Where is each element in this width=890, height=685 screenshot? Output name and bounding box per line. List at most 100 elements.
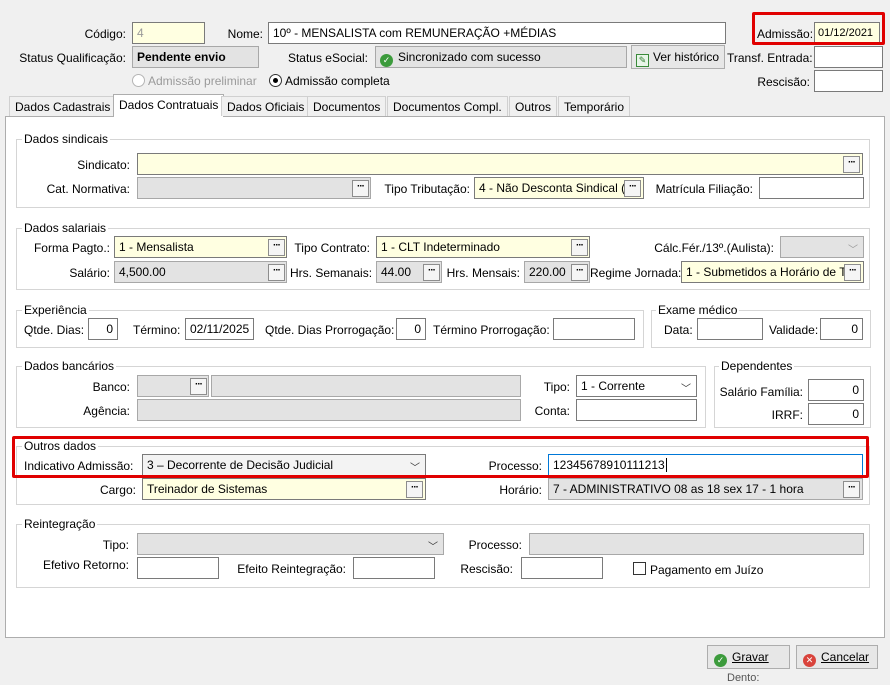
tab-dados-oficiais[interactable]: Dados Oficiais	[221, 96, 311, 116]
horario-lookup-button[interactable]: ···	[843, 481, 860, 498]
ver-historico-button[interactable]: ✎ Ver histórico	[631, 45, 725, 69]
banco-label: Banco:	[92, 380, 130, 394]
forma-pagto-field[interactable]: 1 - Mensalista	[114, 236, 287, 258]
conta-field[interactable]	[576, 399, 697, 421]
tipo-contrato-label: Tipo Contrato:	[294, 241, 370, 255]
reintegracao-rescisao-field[interactable]	[521, 557, 603, 579]
chevron-down-icon: ﹀	[681, 384, 691, 395]
reintegracao-title: Reintegração	[22, 517, 98, 531]
tipo-contrato-field[interactable]: 1 - CLT Indeterminado	[376, 236, 590, 258]
tab-dados-cadastrais[interactable]: Dados Cadastrais	[9, 96, 117, 116]
dados-sindicais-title: Dados sindicais	[22, 132, 111, 146]
outros-dados-highlight	[12, 436, 869, 478]
tipo-tributacao-field[interactable]: 4 - Não Desconta Sindical (	[474, 177, 644, 199]
admissao-preliminar-label: Admissão preliminar	[148, 74, 257, 88]
cargo-field[interactable]: Treinador de Sistemas	[142, 478, 426, 500]
transf-entrada-field[interactable]	[814, 46, 883, 68]
regime-jornada-field[interactable]: 1 - Submetidos a Horário de T	[681, 261, 864, 283]
reintegracao-tipo-label: Tipo:	[102, 538, 129, 552]
qtde-dias-field[interactable]: 0	[88, 318, 118, 340]
termino-prorrogacao-label: Término Prorrogação:	[433, 323, 550, 337]
chevron-down-icon: ﹀	[428, 542, 438, 553]
tab-temporario[interactable]: Temporário	[558, 96, 631, 116]
cargo-lookup-button[interactable]: ···	[406, 481, 423, 498]
status-esocial-text: Sincronizado com sucesso	[398, 50, 541, 64]
termino-label: Término:	[133, 323, 181, 337]
tipo-contrato-lookup-button[interactable]: ···	[571, 239, 588, 256]
horario-label: Horário:	[499, 483, 542, 497]
salario-familia-field[interactable]: 0	[808, 379, 864, 401]
cancelar-button[interactable]: ✕ Cancelar	[796, 645, 878, 669]
regime-jornada-label: Regime Jornada:	[590, 266, 682, 280]
tipo-tributacao-lookup-button[interactable]: ···	[624, 180, 641, 197]
sindicato-field[interactable]	[137, 153, 863, 175]
irrf-field[interactable]: 0	[808, 403, 864, 425]
admissao-highlight	[752, 12, 885, 45]
admissao-completa-radio[interactable]	[269, 74, 282, 87]
matricula-filiacao-field[interactable]	[759, 177, 864, 199]
tipo-conta-select[interactable]: 1 - Corrente	[576, 375, 697, 397]
tab-documentos[interactable]: Documentos	[307, 96, 387, 116]
tab-documentos-compl[interactable]: Documentos Compl.	[387, 96, 508, 116]
check-circle-icon: ✓	[714, 654, 727, 667]
sindicato-lookup-button[interactable]: ···	[843, 156, 860, 173]
exame-medico-title: Exame médico	[656, 303, 740, 317]
salario-lookup-button[interactable]: ···	[268, 264, 285, 281]
admissao-preliminar-radio[interactable]	[132, 74, 145, 87]
qtde-dias-prorrogacao-label: Qtde. Dias Prorrogação:	[265, 323, 395, 337]
gravar-button[interactable]: ✓ Gravar	[707, 645, 790, 669]
cancel-circle-icon: ✕	[803, 654, 816, 667]
tab-outros[interactable]: Outros	[509, 96, 558, 116]
dados-salariais-title: Dados salariais	[22, 221, 109, 235]
hrs-mensais-lookup-button[interactable]: ···	[571, 264, 588, 281]
efetivo-retorno-field[interactable]	[137, 557, 219, 579]
banco-name-field	[211, 375, 521, 397]
termino-field[interactable]: 02/11/2025	[185, 318, 254, 340]
tab-dados-contratuais[interactable]: Dados Contratuais	[113, 94, 225, 117]
banco-lookup-button[interactable]: ···	[190, 378, 207, 395]
status-esocial-field: ✓ Sincronizado com sucesso	[375, 46, 627, 68]
nome-field[interactable]: 10º - MENSALISTA com REMUNERAÇÃO +MÉDIAS	[268, 22, 726, 44]
rescisao-field[interactable]	[814, 70, 883, 92]
cat-normativa-lookup-button[interactable]: ···	[352, 180, 369, 197]
pagamento-juizo-label: Pagamento em Juízo	[650, 563, 764, 577]
cat-normativa-field	[137, 177, 371, 199]
status-qualificacao-field: Pendente envio	[132, 46, 259, 68]
validade-field[interactable]: 0	[820, 318, 863, 340]
matricula-filiacao-label: Matrícula Filiação:	[655, 182, 753, 196]
efeito-reintegracao-label: Efeito Reintegração:	[237, 562, 346, 576]
regime-jornada-lookup-button[interactable]: ···	[844, 264, 861, 281]
reintegracao-processo-field	[529, 533, 864, 555]
check-circle-icon: ✓	[380, 54, 393, 67]
salario-label: Salário:	[69, 266, 110, 280]
codigo-field[interactable]: 4	[132, 22, 205, 44]
conta-label: Conta:	[534, 404, 570, 418]
chevron-down-icon: ﹀	[848, 245, 858, 256]
status-esocial-label: Status eSocial:	[287, 51, 368, 65]
gravar-label: Gravar	[732, 650, 769, 664]
document-icon: ✎	[636, 54, 649, 67]
hrs-semanais-lookup-button[interactable]: ···	[423, 264, 440, 281]
dependentes-title: Dependentes	[719, 359, 795, 373]
salario-familia-label: Salário Família:	[719, 385, 803, 399]
hrs-semanais-label: Hrs. Semanais:	[290, 266, 373, 280]
exame-data-field[interactable]	[697, 318, 763, 340]
hrs-mensais-label: Hrs. Mensais:	[446, 266, 520, 280]
efeito-reintegracao-field[interactable]	[353, 557, 435, 579]
exame-data-label: Data:	[664, 323, 693, 337]
horario-field: 7 - ADMINISTRATIVO 08 as 18 sex 17 - 1 h…	[548, 478, 863, 500]
efetivo-retorno-label: Efetivo Retorno:	[42, 558, 129, 572]
codigo-label: Código:	[84, 27, 126, 41]
forma-pagto-lookup-button[interactable]: ···	[268, 239, 285, 256]
transf-entrada-label: Transf. Entrada:	[727, 51, 813, 65]
irrf-label: IRRF:	[771, 408, 803, 422]
sindicato-label: Sindicato:	[77, 158, 130, 172]
pagamento-juizo-checkbox[interactable]	[633, 562, 646, 575]
cat-normativa-label: Cat. Normativa:	[46, 182, 130, 196]
termino-prorrogacao-field[interactable]	[553, 318, 635, 340]
tipo-conta-label: Tipo:	[543, 380, 570, 394]
reintegracao-processo-label: Processo:	[468, 538, 522, 552]
qtde-dias-prorrogacao-field[interactable]: 0	[396, 318, 426, 340]
qtde-dias-label: Qtde. Dias:	[24, 323, 85, 337]
reintegracao-tipo-select	[137, 533, 444, 555]
